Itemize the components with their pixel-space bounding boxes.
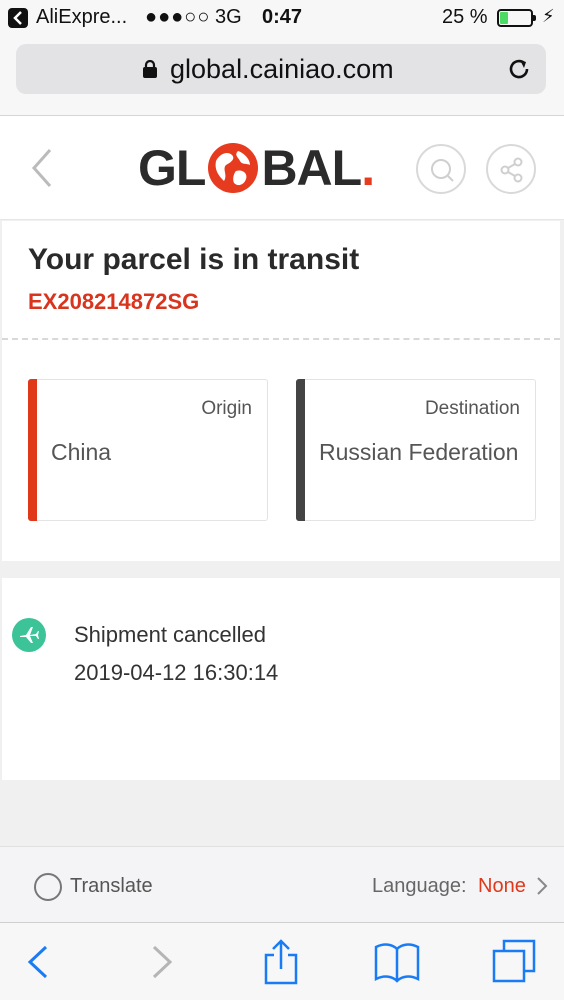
translate-bar: Translate Language: None <box>0 846 564 922</box>
battery-percent: 25 % <box>442 6 488 28</box>
signal-strength: ●●●○○ <box>145 6 211 28</box>
logo-text-left: GL <box>138 140 206 196</box>
search-icon <box>431 159 454 182</box>
language-value[interactable]: None <box>478 875 526 898</box>
tabs-icon[interactable] <box>490 937 540 987</box>
charging-icon: ⚡ <box>542 6 555 26</box>
browser-address-area: global.cainiao.com <box>0 36 564 116</box>
parcel-status-title: Your parcel is in transit <box>28 243 360 276</box>
share-icon <box>500 157 523 183</box>
network-type: 3G <box>215 6 242 28</box>
chevron-right-icon[interactable] <box>536 876 548 896</box>
browser-toolbar <box>0 922 564 1000</box>
address-bar[interactable]: global.cainiao.com <box>16 44 546 94</box>
origin-label: Origin <box>201 398 252 419</box>
destination-accent-bar <box>296 379 305 521</box>
status-bar: AliExpre... ●●●○○ 3G 0:47 25 % ⚡ <box>0 0 564 36</box>
share-button[interactable] <box>486 144 536 194</box>
origin-box: Origin China <box>28 379 268 521</box>
tracking-number: EX208214872SG <box>28 289 200 314</box>
bookmarks-icon[interactable] <box>372 937 422 987</box>
tracking-events-card: Shipment cancelled 2019-04-12 16:30:14 <box>2 578 560 780</box>
back-to-app-icon[interactable] <box>8 8 28 28</box>
airplane-icon <box>12 618 46 652</box>
origin-accent-bar <box>28 379 37 521</box>
globe-icon <box>208 143 259 193</box>
destination-box: Destination Russian Federation <box>296 379 536 521</box>
reload-icon[interactable] <box>506 56 532 82</box>
browser-forward-icon[interactable] <box>136 937 186 987</box>
site-header: GL BAL . <box>0 116 564 220</box>
logo-dot: . <box>361 140 375 196</box>
parcel-summary-card: Your parcel is in transit EX208214872SG … <box>2 221 560 561</box>
status-time: 0:47 <box>262 6 303 28</box>
translate-label[interactable]: Translate <box>70 875 153 898</box>
logo-text-right: BAL <box>261 140 362 196</box>
search-button[interactable] <box>416 144 466 194</box>
translate-radio[interactable] <box>34 873 62 901</box>
url-text[interactable]: global.cainiao.com <box>170 54 394 85</box>
language-label[interactable]: Language: <box>372 875 467 898</box>
global-logo[interactable]: GL BAL . <box>138 140 375 196</box>
destination-value: Russian Federation <box>319 439 519 465</box>
event-timestamp: 2019-04-12 16:30:14 <box>74 660 279 685</box>
destination-label: Destination <box>424 398 520 419</box>
browser-back-icon[interactable] <box>14 937 64 987</box>
dashed-divider <box>2 338 560 340</box>
event-description: Shipment cancelled <box>74 622 267 647</box>
back-chevron-icon[interactable] <box>28 146 58 190</box>
lock-icon <box>143 60 157 78</box>
back-to-app-label[interactable]: AliExpre... <box>36 6 127 29</box>
browser-share-icon[interactable] <box>256 937 306 987</box>
origin-value: China <box>51 439 112 465</box>
battery-icon <box>497 9 536 27</box>
battery-fill <box>500 12 508 24</box>
